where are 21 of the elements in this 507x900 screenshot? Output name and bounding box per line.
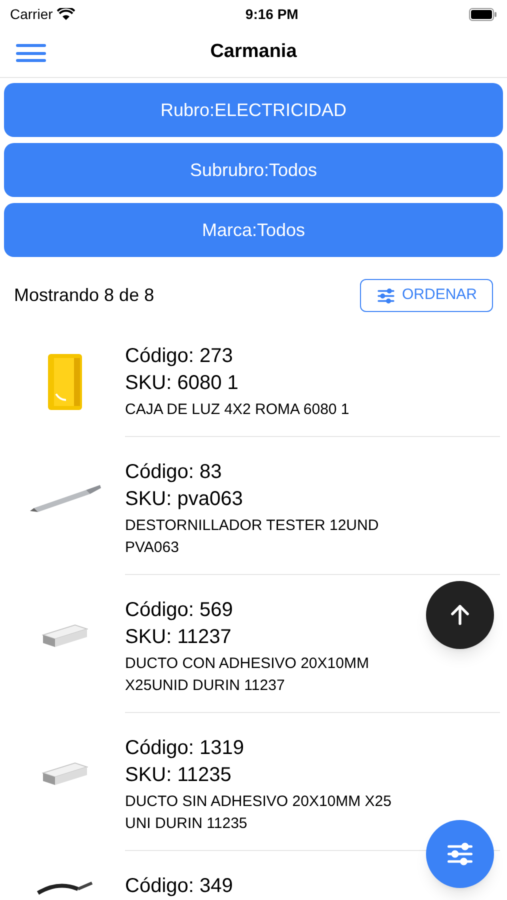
product-description: DESTORNILLADOR TESTER 12UND PVA063 bbox=[125, 516, 379, 558]
results-count: Mostrando 8 de 8 bbox=[14, 284, 154, 307]
product-sku: SKU: 11237 bbox=[125, 625, 232, 650]
filter-button[interactable]: Marca:Todos bbox=[4, 203, 503, 257]
product-code: Código: 569 bbox=[125, 598, 233, 623]
filter-button[interactable]: Subrubro:Todos bbox=[4, 143, 503, 197]
product-code: Código: 1319 bbox=[125, 736, 244, 761]
product-description: CAJA DE LUZ 4X2 ROMA 6080 1 bbox=[125, 400, 350, 420]
product-sku: SKU: pva063 bbox=[125, 487, 243, 512]
time-label: 9:16 PM bbox=[245, 4, 298, 24]
product-sku: SKU: 11235 bbox=[125, 763, 232, 788]
product-description: DUCTO CON ADHESIVO 20X10MM X25UNID DURIN 11237 bbox=[125, 654, 369, 696]
product-sku: SKU: 6080 1 bbox=[125, 371, 238, 396]
product-description: DUCTO SIN ADHESIVO 20X10MM X25 UNI DURIN 11235 bbox=[125, 792, 392, 834]
filter-button[interactable]: Rubro:ELECTRICIDAD bbox=[4, 83, 503, 137]
product-code: Código: 83 bbox=[125, 460, 222, 485]
product-code: Código: 349 bbox=[125, 874, 233, 899]
app-title: Carmania bbox=[210, 40, 297, 64]
product-code: Código: 273 bbox=[125, 344, 233, 369]
sort-button[interactable]: ORDENAR bbox=[360, 279, 493, 312]
carrier-label: Carrier bbox=[10, 4, 53, 24]
